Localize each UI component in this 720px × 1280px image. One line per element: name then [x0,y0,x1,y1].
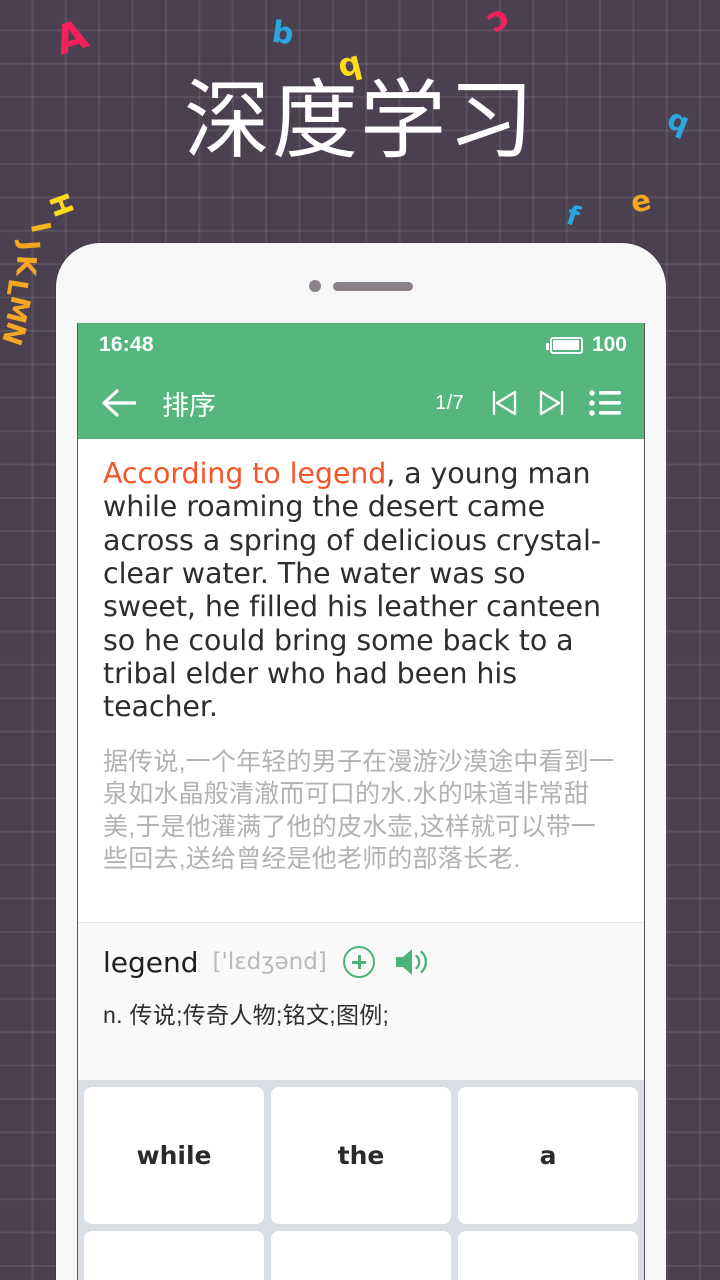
status-right-cluster: 100 [545,333,627,357]
dictionary-headline: legend ['lɛdʒənd] [103,945,619,979]
word-tile[interactable]: a [458,1087,638,1224]
app-bar: 排序 1/7 [78,367,644,439]
passage-highlight-phrase[interactable]: According to legend [103,457,386,490]
skip-previous-icon[interactable] [480,379,528,427]
speaker-icon[interactable] [393,945,431,979]
dictionary-word: legend [103,945,199,979]
page-title: 深度学习 [184,71,536,171]
dictionary-phonetic: ['lɛdʒənd] [212,949,327,975]
plus-circle-icon[interactable] [342,946,375,978]
arrow-left-icon[interactable] [98,382,140,424]
decorative-letter-b-1: b [269,14,296,53]
passage-english: According to legend, a young man while r… [103,457,619,724]
battery-level-label: 100 [591,333,627,356]
camera-icon [309,280,321,292]
arc-letter-k: K [9,254,42,277]
phone-mockup: 16:48 100 排序 1/7 According to legend, a … [56,243,666,1280]
arc-letter-h: H [41,189,79,222]
status-time: 16:48 [99,333,154,356]
page-indicator: 1/7 [435,391,464,414]
word-tile-tray: whilethea youngroamingman [78,1080,644,1280]
arc-letter-i: I [23,219,57,236]
arc-letter-j: J [13,239,45,252]
dictionary-definition: n. 传说;传奇人物;铭文;图例; [103,1002,390,1028]
dictionary-card: legend ['lɛdʒənd] n. 传说;传奇人物;铭文;图例; [78,922,644,1080]
word-tile[interactable]: young [84,1231,264,1280]
word-tile[interactable]: man [458,1231,638,1280]
phone-screen: 16:48 100 排序 1/7 According to legend, a … [77,323,645,1280]
passage-rest: , a young man while roaming the desert c… [103,457,601,724]
reading-area[interactable]: According to legend, a young man while r… [78,439,644,922]
word-tile[interactable]: roaming [271,1231,451,1280]
earpiece-speaker [333,281,413,291]
word-tile[interactable]: while [84,1087,264,1224]
bulleted-list-icon[interactable] [580,379,630,427]
status-bar: 16:48 100 [78,323,644,367]
app-bar-title: 排序 [162,390,216,422]
skip-next-icon[interactable] [528,379,576,427]
battery-full-icon [545,336,583,354]
phone-notch [56,279,666,293]
passage-translation: 据传说,一个年轻的男子在漫游沙漠途中看到一泉如水晶般清澈而可口的水.水的味道非常… [103,747,615,874]
word-tile[interactable]: the [271,1087,451,1224]
